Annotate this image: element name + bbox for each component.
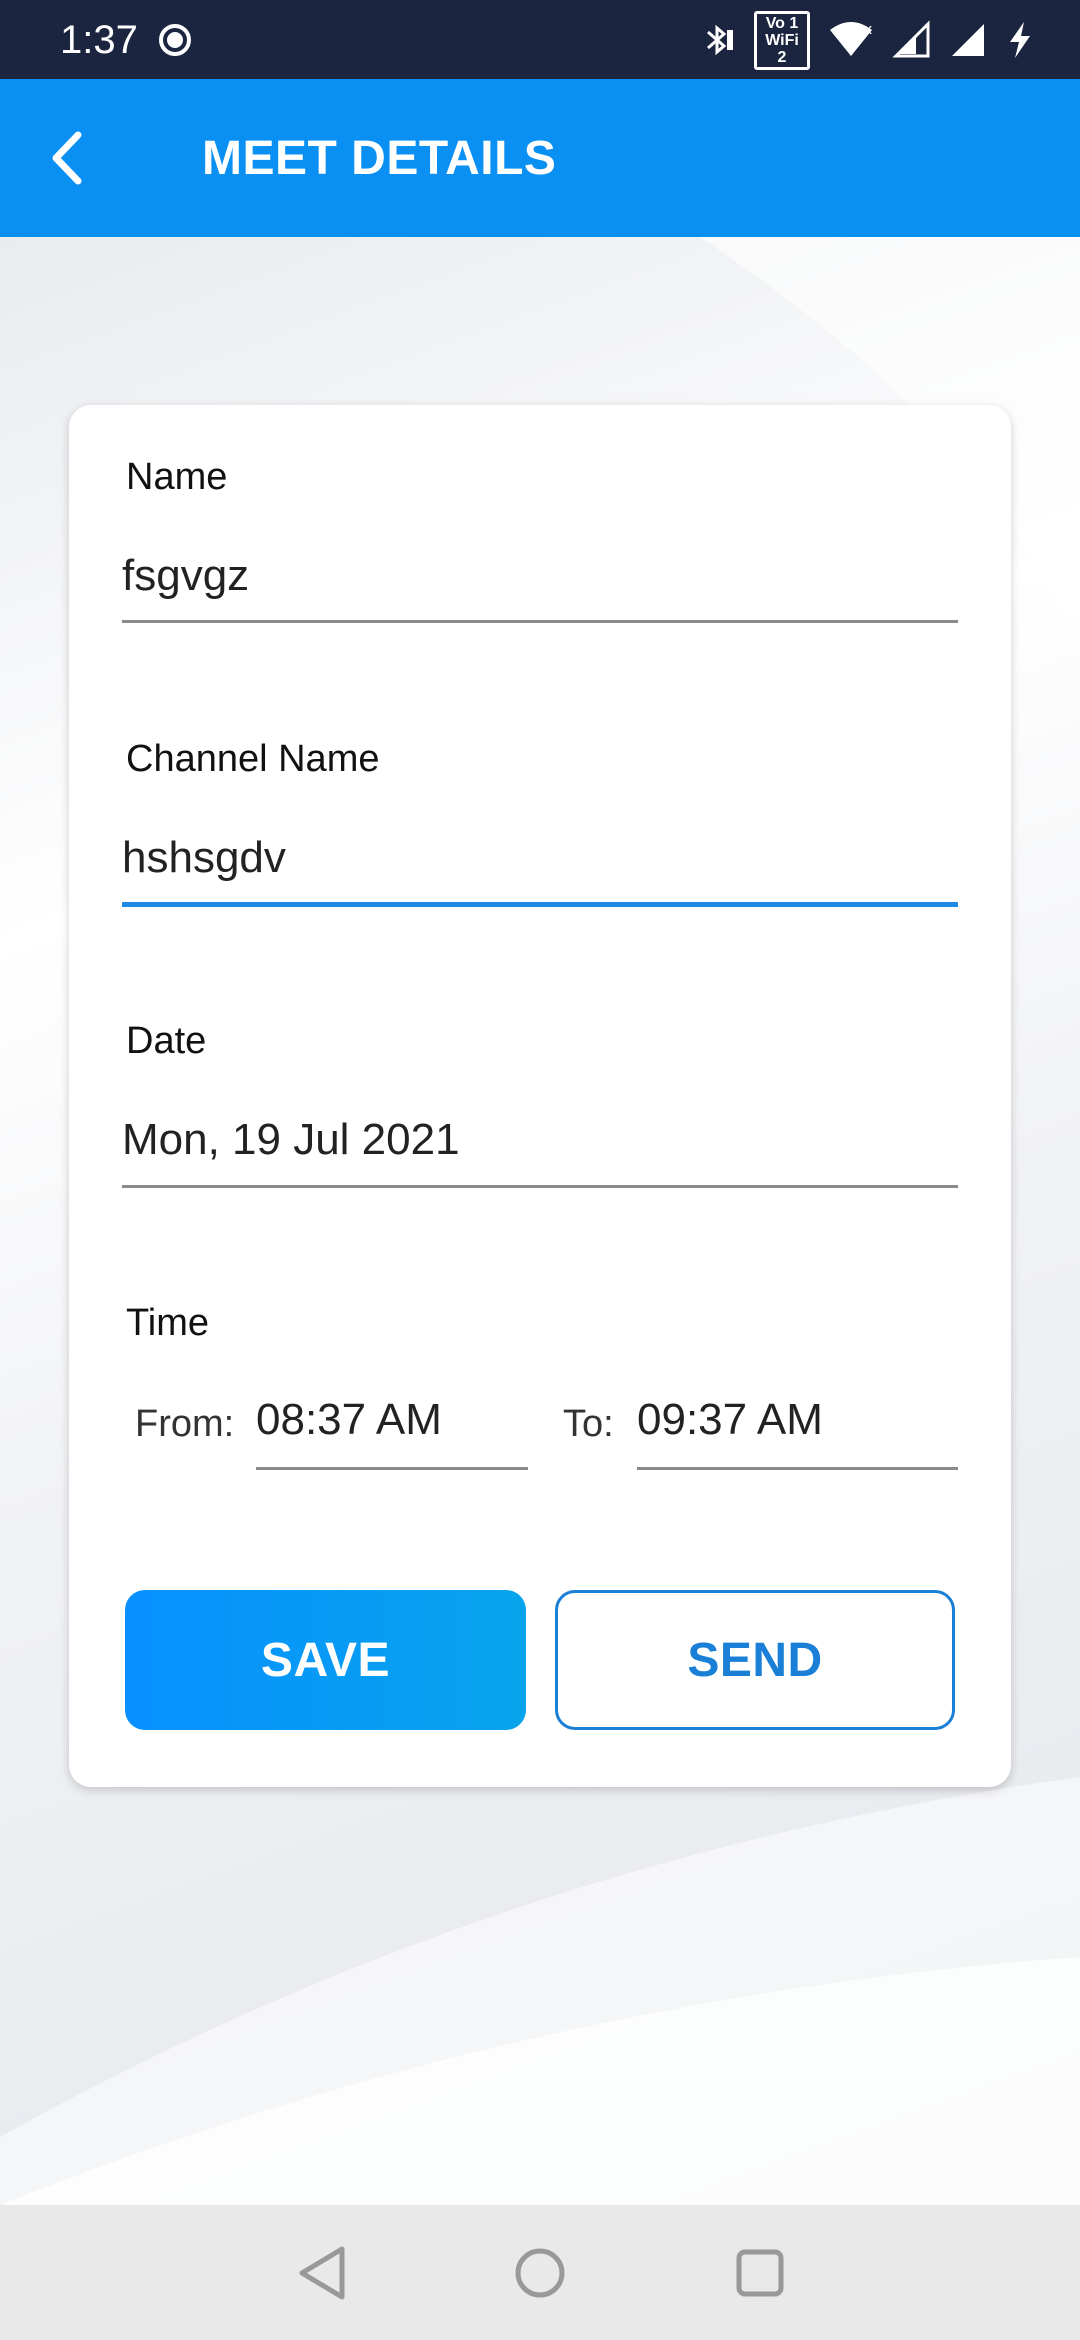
save-button[interactable]: SAVE: [125, 1590, 526, 1730]
screen-record-icon: [159, 24, 191, 56]
vowifi-badge: Vo 1 WiFi 2: [754, 10, 810, 70]
nav-recents-icon[interactable]: [722, 2235, 798, 2311]
wifi-icon: x: [830, 22, 872, 56]
channel-name-input[interactable]: hshsgdv: [122, 833, 286, 883]
status-icons: Vo 1 WiFi 2 x: [698, 10, 1036, 70]
name-underline: [122, 620, 958, 623]
time-from-label: From:: [135, 1403, 235, 1445]
meet-details-card: Name fsgvgz Channel Name hshsgdv Date Mo…: [69, 405, 1011, 1787]
date-label: Date: [126, 1020, 207, 1062]
name-label: Name: [126, 456, 228, 498]
time-label: Time: [126, 1302, 210, 1344]
name-input[interactable]: fsgvgz: [122, 551, 249, 601]
time-to-input[interactable]: 09:37 AM: [637, 1395, 823, 1445]
nav-back-icon[interactable]: [286, 2235, 362, 2311]
back-icon[interactable]: [36, 123, 106, 193]
page-title: MEET DETAILS: [202, 132, 557, 185]
time-to-underline: [637, 1467, 958, 1470]
signal-icon-2: [952, 24, 984, 56]
channel-name-label: Channel Name: [126, 738, 380, 780]
status-time: 1:37: [60, 18, 138, 62]
time-from-underline: [256, 1467, 528, 1470]
battery-charging-icon: [1010, 22, 1030, 58]
time-from-input[interactable]: 08:37 AM: [256, 1395, 442, 1445]
svg-text:x: x: [864, 22, 872, 38]
app-bar: MEET DETAILS: [0, 79, 1080, 237]
signal-icon: [892, 20, 930, 58]
bluetooth-icon: [707, 24, 733, 56]
status-bar: 1:37 Vo 1 WiFi 2 x: [0, 0, 1080, 79]
time-to-label: To:: [563, 1403, 614, 1445]
channel-name-underline: [122, 902, 958, 907]
system-nav-bar: [0, 2205, 1080, 2340]
send-button[interactable]: SEND: [555, 1590, 955, 1730]
nav-home-icon[interactable]: [502, 2235, 578, 2311]
date-underline: [122, 1185, 958, 1188]
date-input[interactable]: Mon, 19 Jul 2021: [122, 1115, 460, 1165]
